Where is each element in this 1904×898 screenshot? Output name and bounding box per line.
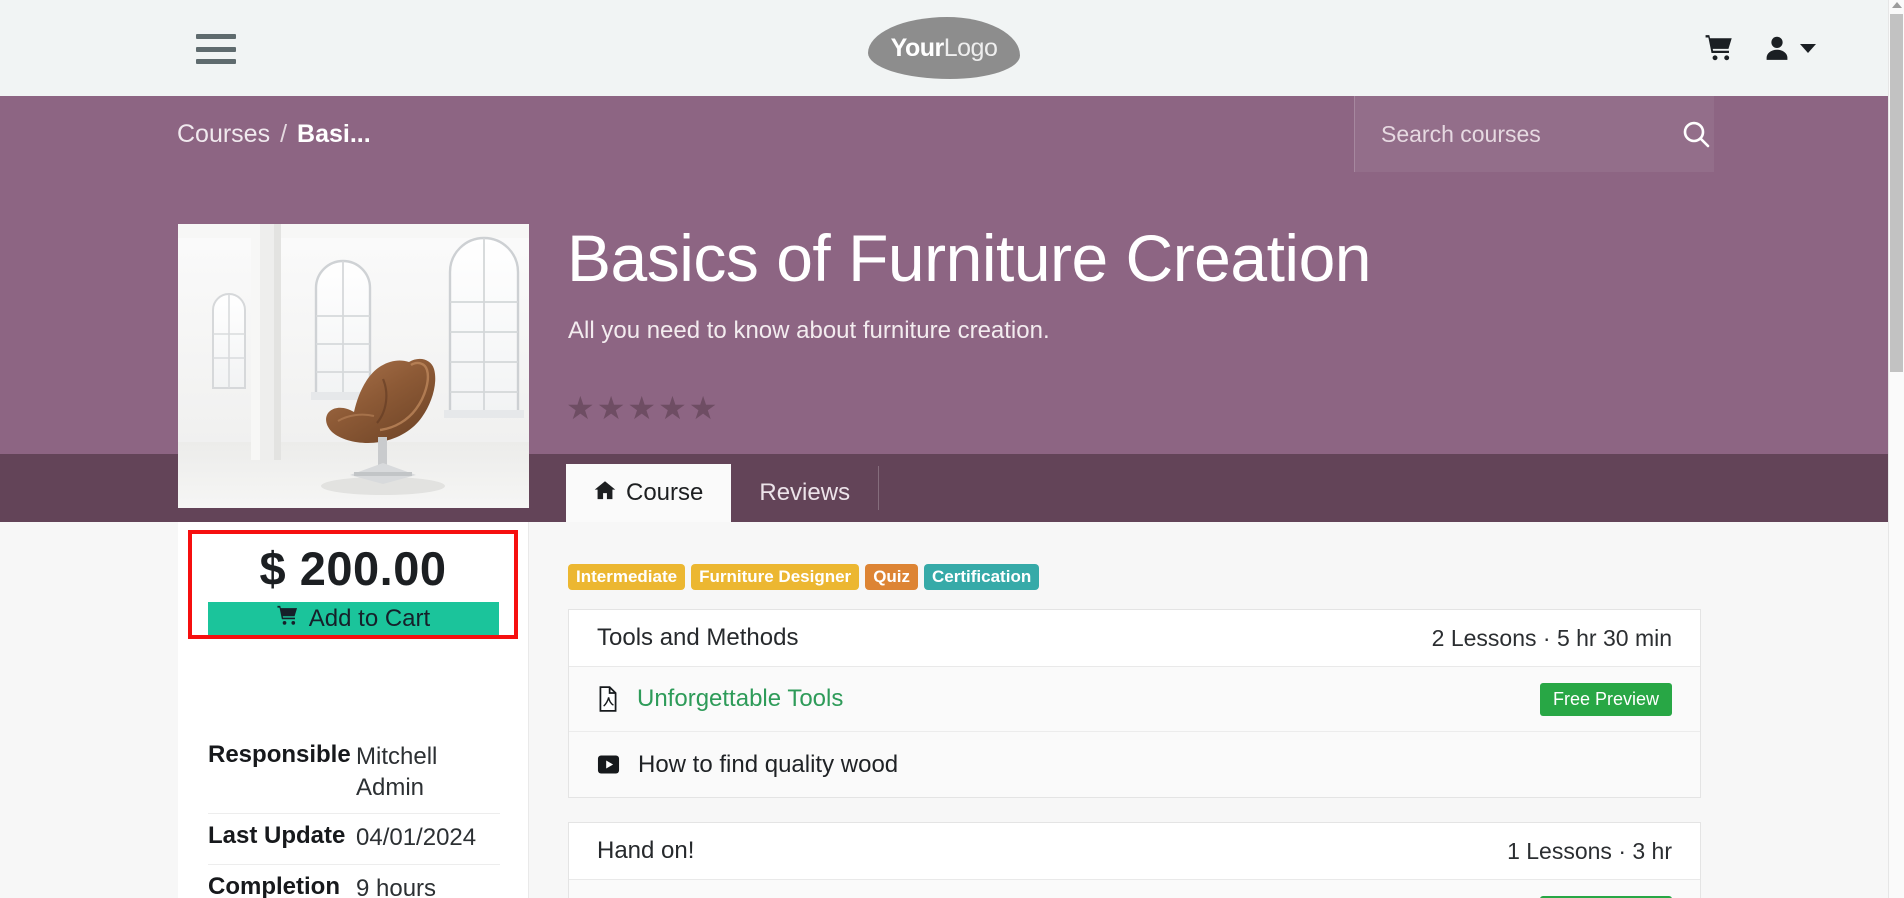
section-header: Hand on! 1 Lessons · 3 hr xyxy=(569,823,1700,880)
list-item[interactable]: Unforgettable Tools Free Preview xyxy=(569,667,1700,732)
detail-label: Responsible xyxy=(208,741,351,768)
section-title: Tools and Methods xyxy=(597,624,799,651)
star-icon: ★ xyxy=(596,390,626,426)
hamburger-menu-icon[interactable] xyxy=(196,34,236,64)
tab-course-label: Course xyxy=(626,479,704,506)
lesson-title: How to find quality wood xyxy=(638,750,899,778)
shopping-cart-icon xyxy=(276,605,299,633)
logo-secondary-text: Logo xyxy=(943,33,998,62)
tab-course[interactable]: Course xyxy=(566,464,732,522)
add-to-cart-button[interactable]: Add to Cart xyxy=(207,602,499,635)
course-price: $ 200.00 xyxy=(259,542,447,595)
pdf-file-icon xyxy=(597,686,619,712)
shopping-cart-icon[interactable] xyxy=(1704,34,1734,62)
course-tags: Intermediate Furniture Designer Quiz Cer… xyxy=(568,564,1040,590)
detail-value: 04/01/2024 xyxy=(356,824,477,852)
star-icon: ★ xyxy=(658,390,687,426)
tag-quiz[interactable]: Quiz xyxy=(865,564,919,590)
add-to-cart-label: Add to Cart xyxy=(308,604,431,632)
course-section: Tools and Methods 2 Lessons · 5 hr 30 mi… xyxy=(568,609,1701,798)
video-play-icon xyxy=(597,753,620,776)
free-preview-badge[interactable]: Free Preview xyxy=(1539,682,1672,716)
logo-text: YourLogo xyxy=(890,33,998,62)
course-details-table: Responsible Mitchell Admin Last Update 0… xyxy=(208,733,500,898)
star-icon: ★ xyxy=(566,390,595,426)
logo-primary-text: Your xyxy=(890,33,945,62)
table-row: Responsible Mitchell Admin xyxy=(208,733,500,815)
search-box xyxy=(1354,96,1714,172)
search-input[interactable] xyxy=(1355,96,1677,172)
detail-value: 9 hours xyxy=(356,874,437,898)
detail-label: Completion xyxy=(208,872,340,898)
table-row: Completion 9 hours xyxy=(208,865,500,898)
sub-header: Courses / Basi... xyxy=(0,96,1888,172)
price-box: $ 200.00 Add to Cart xyxy=(188,530,518,639)
table-row: Last Update 04/01/2024 xyxy=(208,814,500,865)
hamburger-bar xyxy=(196,34,236,39)
chevron-down-icon[interactable] xyxy=(1800,43,1816,53)
list-item[interactable]: How to find quality wood xyxy=(569,732,1700,797)
scrollbar-thumb[interactable] xyxy=(1890,14,1903,372)
hamburger-bar xyxy=(196,59,236,64)
breadcrumb: Courses / Basi... xyxy=(177,120,371,149)
course-section: Hand on! 1 Lessons · 3 hr Free Preview xyxy=(568,822,1701,898)
course-thumbnail xyxy=(178,224,529,508)
list-item[interactable]: Free Preview xyxy=(569,880,1700,898)
tab-reviews-label: Reviews xyxy=(759,479,851,506)
breadcrumb-separator: / xyxy=(280,119,288,148)
course-subtitle: All you need to know about furniture cre… xyxy=(568,317,1050,344)
home-icon xyxy=(594,479,616,508)
page-title: Basics of Furniture Creation xyxy=(567,221,1372,295)
scroll-up-arrow-icon[interactable] xyxy=(1891,2,1902,8)
tag-certification[interactable]: Certification xyxy=(924,564,1040,590)
detail-value: Mitchell Admin xyxy=(356,743,438,802)
content-tabs: Course Reviews xyxy=(566,454,880,522)
tab-divider xyxy=(878,466,880,510)
star-icon: ★ xyxy=(688,390,718,426)
lesson-info: Unforgettable Tools xyxy=(597,685,843,713)
lesson-info: How to find quality wood xyxy=(597,751,898,779)
tag-furniture-designer[interactable]: Furniture Designer xyxy=(691,564,860,590)
tag-intermediate[interactable]: Intermediate xyxy=(568,564,686,590)
section-meta: 2 Lessons · 5 hr 30 min xyxy=(1431,624,1672,651)
tab-reviews[interactable]: Reviews xyxy=(731,464,878,522)
course-detail-page: YourLogo Courses / Basi... Search course… xyxy=(0,0,1904,898)
header-actions xyxy=(1704,34,1816,62)
top-header: YourLogo xyxy=(0,0,1888,96)
hamburger-bar xyxy=(196,46,236,52)
section-meta: 1 Lessons · 3 hr xyxy=(1507,837,1672,864)
vertical-scrollbar[interactable] xyxy=(1888,0,1904,898)
user-menu[interactable] xyxy=(1764,34,1816,62)
breadcrumb-courses-link[interactable]: Courses xyxy=(177,120,270,148)
user-account-icon[interactable] xyxy=(1764,34,1790,62)
lesson-title-link[interactable]: Unforgettable Tools xyxy=(637,685,843,713)
star-rating[interactable]: ★ ★ ★ ★ ★ xyxy=(566,392,717,424)
star-icon: ★ xyxy=(627,390,657,426)
detail-label: Last Update xyxy=(208,822,346,850)
search-button[interactable] xyxy=(1677,96,1714,172)
site-logo[interactable]: YourLogo xyxy=(868,17,1020,79)
breadcrumb-current: Basi... xyxy=(297,119,371,148)
section-header: Tools and Methods 2 Lessons · 5 hr 30 mi… xyxy=(569,610,1700,667)
section-title: Hand on! xyxy=(597,837,695,864)
